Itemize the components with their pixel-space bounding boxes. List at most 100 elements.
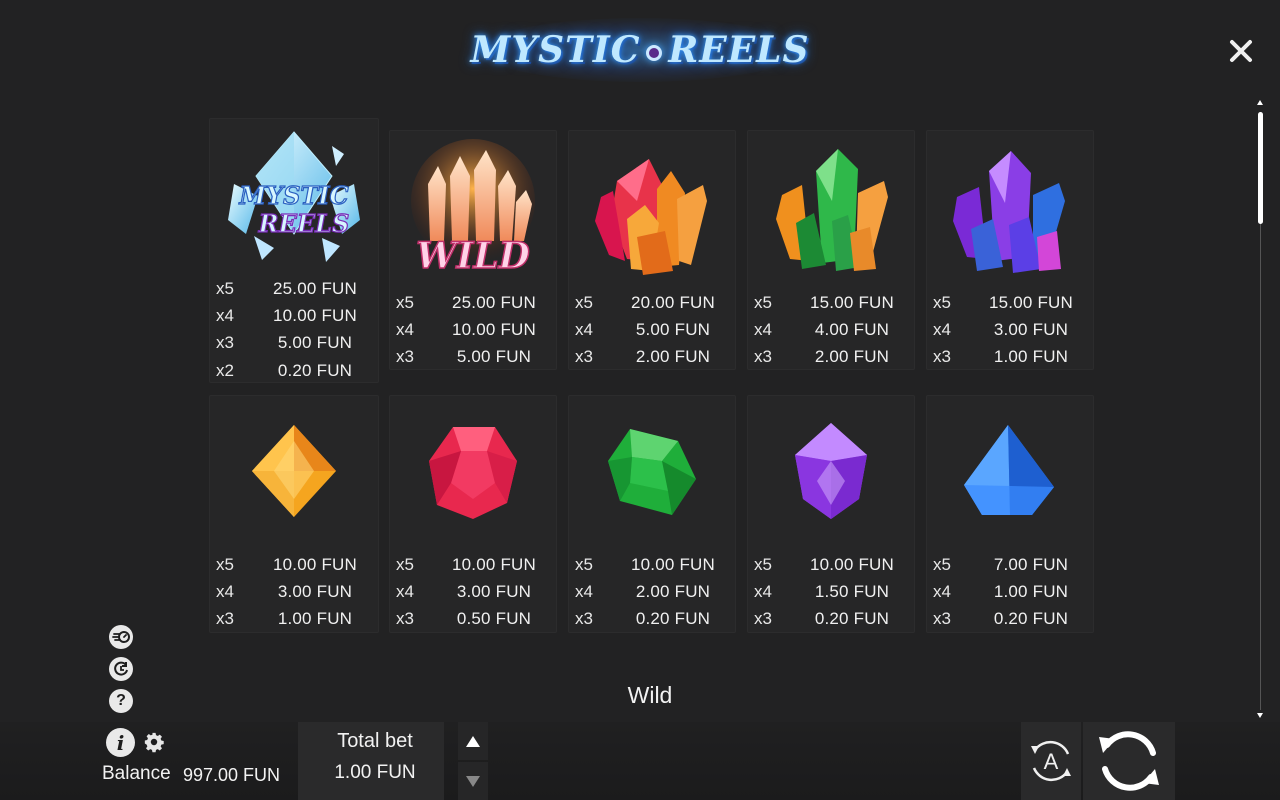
payout-multiplier: x3 <box>933 347 951 367</box>
wild-crystal-icon: WILD <box>411 139 535 278</box>
payout-amount: 10.00 FUN <box>451 319 536 339</box>
payout-list: x5 15.00 FUN x4 4.00 FUN x3 2.00 FUN <box>754 289 906 371</box>
balance-label: Balance <box>102 763 171 784</box>
balance-value: 997.00 FUN <box>183 765 281 785</box>
payout-amount: 3.00 FUN <box>456 581 532 601</box>
payout-multiplier: x3 <box>933 609 951 629</box>
payout-amount: 0.50 FUN <box>456 609 532 629</box>
payout-amount: 1.50 FUN <box>814 581 890 601</box>
help-button[interactable]: ? <box>109 689 133 713</box>
payout-row: x4 2.00 FUN <box>575 578 727 605</box>
payout-multiplier: x5 <box>216 554 234 574</box>
scrollbar-thumb[interactable] <box>1258 112 1263 224</box>
info-button[interactable]: i <box>106 728 135 757</box>
payout-row: x4 1.00 FUN <box>933 578 1085 605</box>
bet-decrease-button[interactable] <box>458 762 488 800</box>
red-gem-icon <box>429 427 517 519</box>
payout-amount: 25.00 FUN <box>451 292 536 312</box>
history-button[interactable] <box>109 657 133 681</box>
payout-row: x5 10.00 FUN <box>396 551 548 578</box>
payout-amount: 10.00 FUN <box>272 305 357 325</box>
paytable-card-purple-gem: x5 10.00 FUN x4 1.50 FUN x3 0.20 FUN <box>747 395 915 633</box>
logo-text-right: REELS <box>668 29 810 71</box>
payout-row: x5 7.00 FUN <box>933 551 1085 578</box>
spin-button[interactable] <box>1083 722 1175 800</box>
payout-row: x3 0.20 FUN <box>933 606 1085 633</box>
game-logo: MYSTIC REELS <box>470 10 810 90</box>
payout-amount: 5.00 FUN <box>456 347 532 367</box>
arrow-up-icon <box>466 735 480 747</box>
payout-multiplier: x3 <box>396 609 414 629</box>
autoplay-label: A <box>1044 749 1059 774</box>
green-orange-crystal-cluster-icon <box>776 149 888 271</box>
payout-row: x3 2.00 FUN <box>754 344 906 371</box>
settings-button[interactable] <box>143 731 165 753</box>
symbol-art <box>748 396 914 546</box>
scroll-down-icon[interactable] <box>1257 713 1263 718</box>
payout-list: x5 20.00 FUN x4 5.00 FUN x3 2.00 FUN <box>575 289 727 371</box>
payout-multiplier: x3 <box>575 347 593 367</box>
orange-gem-icon <box>252 425 336 517</box>
payout-multiplier: x5 <box>216 278 234 298</box>
arrow-down-icon <box>466 775 480 787</box>
payout-row: x5 10.00 FUN <box>216 551 370 578</box>
payout-multiplier: x5 <box>575 292 593 312</box>
red-orange-crystal-cluster-icon <box>595 159 707 275</box>
purple-blue-crystal-cluster-icon <box>953 151 1065 273</box>
logo-dot-icon <box>646 45 663 61</box>
payout-multiplier: x4 <box>754 319 772 339</box>
payout-amount: 10.00 FUN <box>272 554 357 574</box>
spin-icon <box>1099 731 1159 791</box>
section-heading-wild: Wild <box>627 682 673 708</box>
svg-text:REELS: REELS <box>258 209 350 238</box>
payout-amount: 0.20 FUN <box>814 609 890 629</box>
paytable-card-mystic-reels: MYSTIC REELS x5 25.00 FUN x4 10.00 FUN x3 5… <box>209 118 379 383</box>
logo-text: MYSTIC REELS <box>471 29 810 71</box>
blue-gem-icon <box>964 425 1054 515</box>
payout-multiplier: x4 <box>216 581 234 601</box>
symbol-art <box>210 396 378 546</box>
wild-logo-text: WILD <box>416 235 530 277</box>
payout-row: x5 15.00 FUN <box>754 289 906 316</box>
autoplay-button[interactable]: A <box>1021 722 1081 800</box>
payout-multiplier: x3 <box>216 609 234 629</box>
symbol-art: WILD <box>390 131 556 291</box>
paytable-card-red-gem: x5 10.00 FUN x4 3.00 FUN x3 0.50 FUN <box>389 395 557 633</box>
payout-row: x3 0.20 FUN <box>575 606 727 633</box>
payout-row: x4 5.00 FUN <box>575 316 727 343</box>
scroll-up-icon[interactable] <box>1257 100 1263 105</box>
payout-row: x5 15.00 FUN <box>933 289 1085 316</box>
payout-multiplier: x5 <box>754 554 772 574</box>
payout-amount: 1.00 FUN <box>277 609 353 629</box>
payout-row: x3 0.50 FUN <box>396 606 548 633</box>
payout-amount: 0.20 FUN <box>635 609 711 629</box>
paytable-card-red-crystal: x5 20.00 FUN x4 5.00 FUN x3 2.00 FUN <box>568 130 736 370</box>
payout-list: x5 10.00 FUN x4 3.00 FUN x3 1.00 FUN <box>216 551 370 633</box>
close-icon <box>1230 40 1252 62</box>
payout-multiplier: x4 <box>396 581 414 601</box>
payout-amount: 5.00 FUN <box>635 319 711 339</box>
payout-multiplier: x3 <box>575 609 593 629</box>
payout-row: x4 3.00 FUN <box>396 578 548 605</box>
payout-row: x3 5.00 FUN <box>396 344 548 371</box>
payout-row: x3 0.20 FUN <box>754 606 906 633</box>
paytable-card-green-gem: x5 10.00 FUN x4 2.00 FUN x3 0.20 FUN <box>568 395 736 633</box>
payout-row: x4 3.00 FUN <box>933 316 1085 343</box>
payout-multiplier: x4 <box>396 319 414 339</box>
payout-amount: 2.00 FUN <box>814 347 890 367</box>
bet-increase-button[interactable] <box>458 722 488 760</box>
payout-list: x5 10.00 FUN x4 1.50 FUN x3 0.20 FUN <box>754 551 906 633</box>
payout-amount: 20.00 FUN <box>630 292 715 312</box>
payout-row: x5 10.00 FUN <box>754 551 906 578</box>
payout-row: x5 20.00 FUN <box>575 289 727 316</box>
payout-list: x5 15.00 FUN x4 3.00 FUN x3 1.00 FUN <box>933 289 1085 371</box>
turbo-button[interactable] <box>109 625 133 649</box>
close-button[interactable] <box>1224 34 1258 68</box>
payout-row: x4 10.00 FUN <box>216 302 370 329</box>
payout-amount: 0.20 FUN <box>993 609 1069 629</box>
green-gem-icon <box>608 429 696 515</box>
payout-multiplier: x4 <box>575 581 593 601</box>
payout-amount: 7.00 FUN <box>993 554 1069 574</box>
payout-multiplier: x5 <box>575 554 593 574</box>
payout-row: x3 2.00 FUN <box>575 344 727 371</box>
